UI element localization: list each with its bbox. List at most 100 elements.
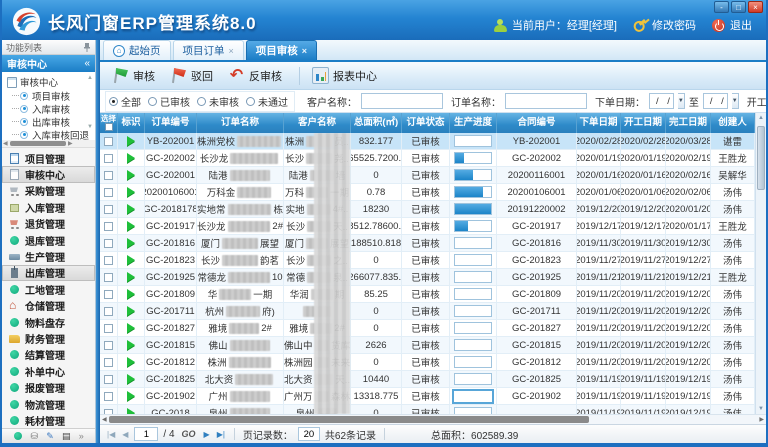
scroll-left-icon[interactable]: ◀ — [3, 140, 8, 148]
table-row[interactable]: GC-2018178实地常栋实地4#..18230已审核201912200022… — [100, 201, 755, 218]
scroll-left-icon[interactable]: ◀ — [102, 415, 107, 425]
filter-radio-未审核[interactable]: 未审核 — [197, 94, 239, 109]
collapse-icon[interactable]: « — [84, 58, 90, 69]
filter-radio-全部[interactable]: 全部 — [109, 94, 141, 109]
filter-radio-未通过[interactable]: 未通过 — [246, 94, 288, 109]
tree-scroll-up-icon[interactable]: ▲ — [87, 75, 93, 81]
table-row[interactable]: GC-201815佛山佛山中货库2626已审核GC-2018152019/11/… — [100, 337, 755, 354]
column-header-d1[interactable]: 下单日期 — [577, 113, 621, 133]
select-all-checkbox[interactable] — [105, 123, 113, 131]
row-checkbox[interactable] — [104, 222, 113, 231]
table-row[interactable]: GC-201823长沙韵茗长沙之..0已审核GC-2018232019/11/2… — [100, 252, 755, 269]
sidebar-menu-item[interactable]: 入库管理 — [2, 199, 95, 215]
column-header-d3[interactable]: 完工日期 — [666, 113, 711, 133]
审核-button[interactable]: 审核 — [108, 65, 164, 86]
sidebar-menu-item[interactable]: 工地管理 — [2, 281, 95, 297]
row-checkbox[interactable] — [104, 188, 113, 197]
row-checkbox[interactable] — [104, 341, 113, 350]
page-number-input[interactable] — [134, 427, 158, 441]
change-password-button[interactable]: 修改密码 — [633, 17, 696, 33]
sidebar-menu-item[interactable]: 审核中心 — [2, 166, 95, 182]
sidebar-menu-item[interactable]: 退货管理 — [2, 216, 95, 232]
tree-scroll-down-icon[interactable]: ▼ — [87, 124, 93, 130]
edit-icon[interactable]: ✎ — [46, 431, 54, 441]
next-page-button[interactable]: ▶ — [203, 430, 211, 439]
order-date-from-input[interactable]: / / — [649, 93, 674, 109]
close-button[interactable]: × — [748, 1, 763, 13]
报表中心-button[interactable]: 报表中心 — [308, 65, 386, 86]
sidebar-menu-item[interactable]: 报废管理 — [2, 379, 95, 395]
scroll-up-icon[interactable]: ▲ — [756, 115, 766, 121]
tree-node[interactable]: 入库审核 — [7, 102, 95, 115]
circle-icon[interactable] — [14, 432, 22, 440]
tab-项目审核[interactable]: 项目审核× — [246, 40, 317, 60]
page-size-input[interactable] — [298, 427, 320, 441]
scroll-right-icon[interactable]: ▶ — [759, 415, 764, 425]
minimize-button[interactable]: - — [714, 1, 729, 13]
order-date-to-input[interactable]: / / — [703, 93, 728, 109]
horizontal-scrollbar[interactable]: ◀ ▶ — [100, 414, 766, 424]
row-checkbox[interactable] — [104, 171, 113, 180]
vertical-scrollbar[interactable]: ▲ ▼ — [755, 113, 766, 414]
tree-node[interactable]: 入库审核回退 — [7, 128, 95, 140]
column-header-creator[interactable]: 创建人 — [711, 113, 755, 133]
scrollbar-thumb[interactable] — [10, 141, 66, 146]
column-header-prog[interactable]: 生产进度 — [450, 113, 497, 133]
table-row[interactable]: GC-201809华一期华润期85.25已审核GC-2018092019/11/… — [100, 286, 755, 303]
sidebar-menu-item[interactable]: 采购管理 — [2, 183, 95, 199]
row-checkbox[interactable] — [104, 409, 113, 415]
first-page-button[interactable]: |◀ — [106, 430, 116, 439]
row-checkbox[interactable] — [104, 324, 113, 333]
row-checkbox[interactable] — [104, 392, 113, 401]
驳回-button[interactable]: 驳回 — [166, 65, 222, 86]
order-date-from-dropdown[interactable]: ▼ — [678, 93, 685, 109]
order-name-input[interactable] — [505, 93, 587, 109]
customer-name-input[interactable] — [361, 93, 443, 109]
tree-node[interactable]: 出库审核 — [7, 115, 95, 128]
反审核-button[interactable]: ↶反审核 — [224, 65, 291, 86]
last-page-button[interactable]: ▶| — [216, 430, 226, 439]
table-row[interactable]: GC-201827雅境2#雅境2#0已审核GC-2018272019/11/20… — [100, 320, 755, 337]
sidebar-menu-item[interactable]: 补单中心 — [2, 363, 95, 379]
more-icon[interactable]: » — [79, 431, 83, 441]
pin-icon[interactable] — [83, 43, 91, 52]
tree-root-node[interactable]: 审核中心 — [7, 75, 95, 89]
table-row[interactable]: GC-201917长沙龙2#长沙天..8512.78600..已审核GC-201… — [100, 218, 755, 235]
report-icon[interactable]: ▤ — [62, 431, 71, 441]
table-row[interactable]: GC-202002长沙龙长沙尧..65525.7200..已审核GC-20200… — [100, 150, 755, 167]
tree-node[interactable]: 项目审核 — [7, 89, 95, 102]
sidebar-menu-item[interactable]: 退库管理 — [2, 232, 95, 248]
sidebar-menu-item[interactable]: 仓储管理 — [2, 298, 95, 314]
go-button[interactable]: GO — [180, 429, 198, 439]
logout-button[interactable]: 退出 — [712, 17, 752, 33]
row-checkbox[interactable] — [104, 154, 113, 163]
column-header-cust[interactable]: 客户名称 — [284, 113, 351, 133]
sidebar-menu-item[interactable]: 物流管理 — [2, 396, 95, 412]
column-header-area[interactable]: 总面积(㎡) — [351, 113, 402, 133]
tree-horizontal-scrollbar[interactable]: ◀ ▶ — [2, 140, 95, 148]
maximize-button[interactable]: □ — [731, 1, 746, 13]
order-date-to-dropdown[interactable]: ▼ — [732, 93, 739, 109]
tab-close-icon[interactable]: × — [229, 46, 234, 56]
column-header-d2[interactable]: 开工日期 — [621, 113, 666, 133]
scrollbar-thumb[interactable] — [109, 416, 589, 423]
table-row[interactable]: GC-201812株洲株洲园未来0已审核GC-2018122019/11/202… — [100, 354, 755, 371]
sidebar-menu-item[interactable]: 项目管理 — [2, 150, 95, 166]
row-checkbox[interactable] — [104, 273, 113, 282]
row-checkbox[interactable] — [104, 205, 113, 214]
table-row[interactable]: YB-202001株洲党校株洲员..832.177已审核YB-202001202… — [100, 133, 755, 150]
table-row[interactable]: GC-201902广州广州万森林13318.775已审核GC-201902201… — [100, 388, 755, 405]
column-header-contract[interactable]: 合同编号 — [497, 113, 577, 133]
sidebar-menu-item[interactable]: 财务管理 — [2, 330, 95, 346]
table-row[interactable]: GC-2018泉州泉州0已审核2019/11/192019/11/192019/… — [100, 405, 755, 414]
column-header-name[interactable]: 订单名称 — [197, 113, 284, 133]
sidebar-menu-item[interactable]: 生产管理 — [2, 248, 95, 264]
row-checkbox[interactable] — [104, 239, 113, 248]
row-checkbox[interactable] — [104, 307, 113, 316]
prev-page-button[interactable]: ◀ — [121, 430, 129, 439]
sidebar-menu-item[interactable]: 出库管理 — [2, 265, 95, 281]
row-checkbox[interactable] — [104, 290, 113, 299]
cart-icon[interactable]: ⛁ — [30, 431, 38, 441]
column-header-sel[interactable]: 选择 — [100, 113, 118, 133]
scrollbar-thumb[interactable] — [757, 126, 765, 190]
